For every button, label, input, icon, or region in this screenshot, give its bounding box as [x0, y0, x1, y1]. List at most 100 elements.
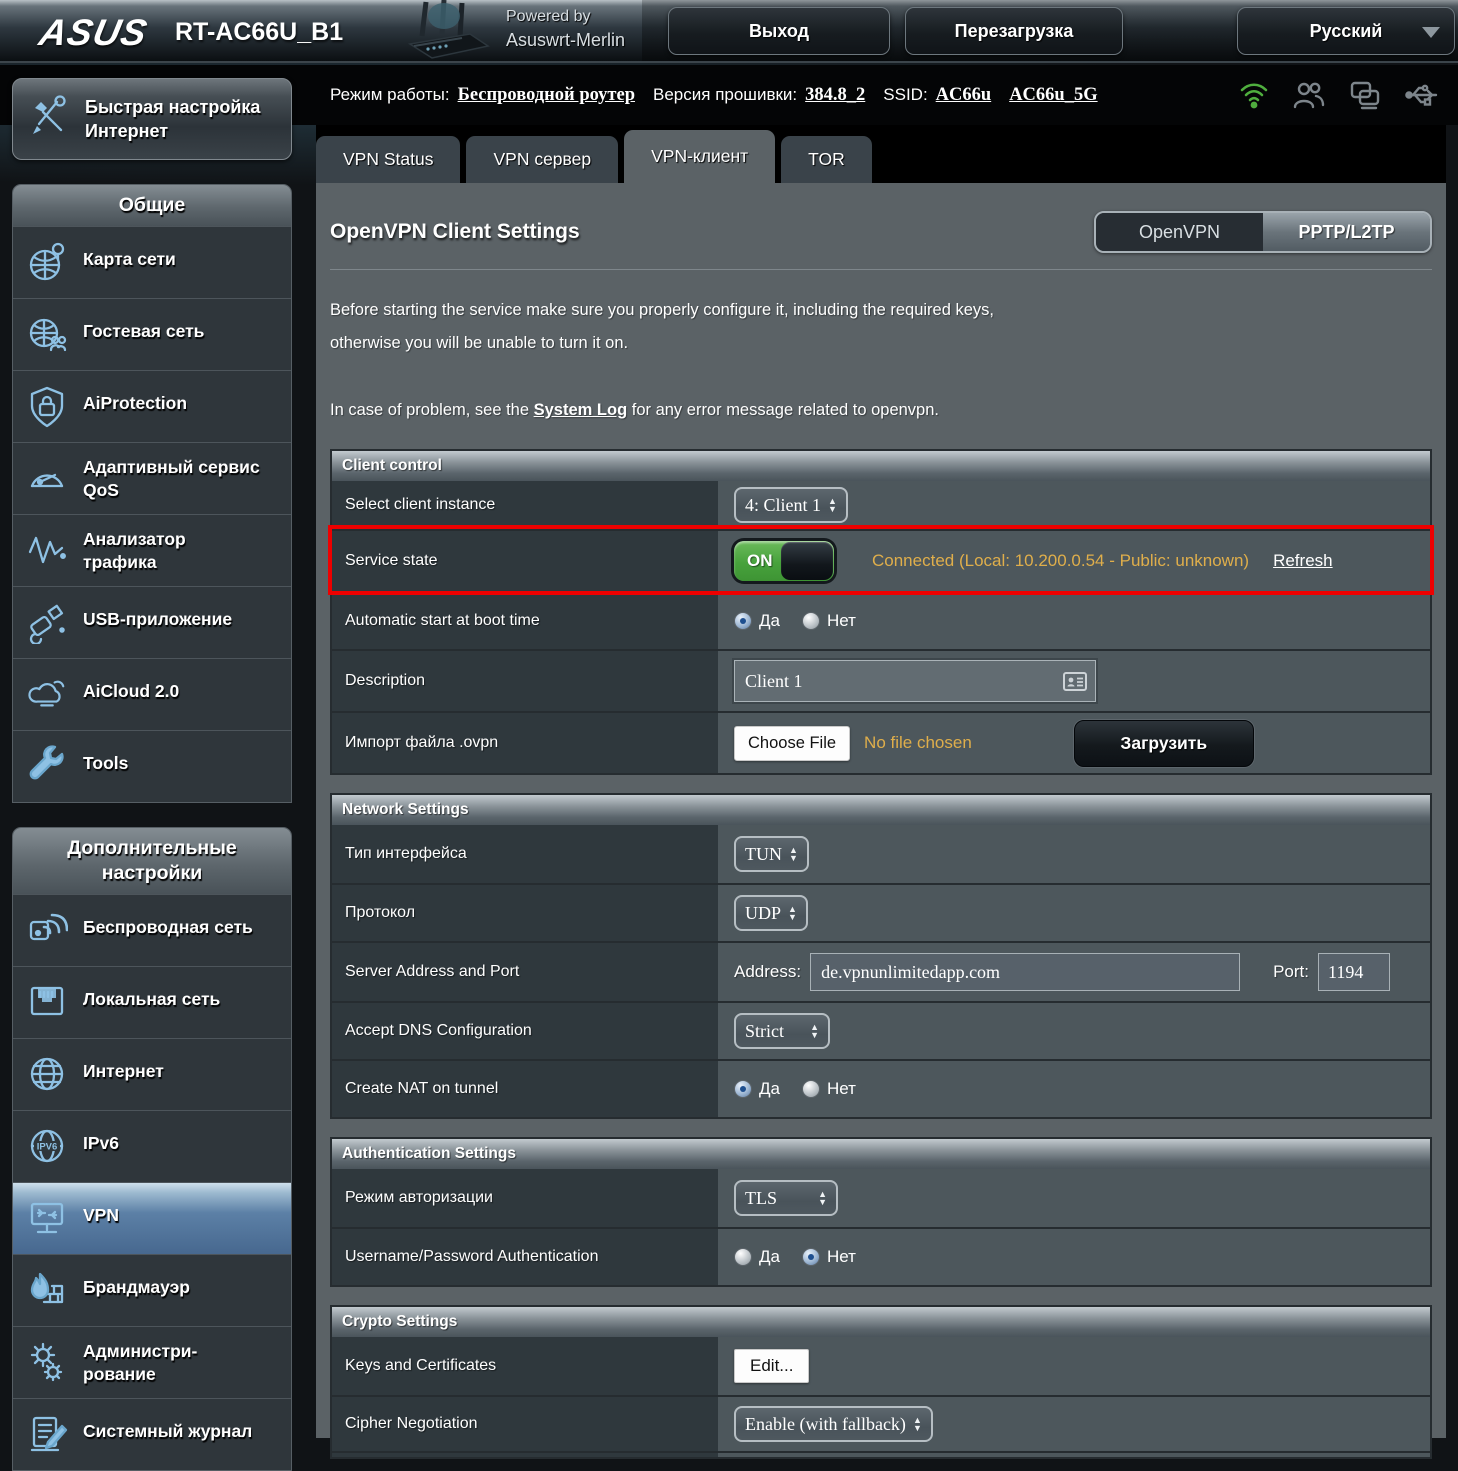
sidebar-item-network-map[interactable]: Карта сети — [13, 226, 291, 298]
quick-setup-button[interactable]: Быстрая настройка Интернет — [12, 78, 292, 160]
create-nat-label: Create NAT on tunnel — [332, 1061, 718, 1117]
globe-icon — [26, 1052, 68, 1096]
userpass-auth-label: Username/Password Authentication — [332, 1229, 718, 1285]
port-input[interactable]: 1194 — [1318, 953, 1390, 991]
sidebar-item-label: Беспроводная сеть — [83, 908, 253, 939]
service-state-toggle[interactable]: ON — [734, 541, 834, 581]
sidebar-item-label: Анализатор трафика — [83, 528, 186, 574]
mode-value-link[interactable]: Беспроводной роутер — [458, 85, 635, 106]
row-server-address: Server Address and Port Address: de.vpnu… — [332, 941, 1430, 1001]
row-userpass-auth: Username/Password Authentication Да Нет — [332, 1227, 1430, 1285]
sidebar-item-ipv6[interactable]: IPV6 IPv6 — [13, 1110, 291, 1182]
interface-type-select[interactable]: TUN ▲▼ — [734, 836, 809, 872]
sidebar-item-label: VPN — [83, 1196, 119, 1227]
refresh-link[interactable]: Refresh — [1273, 551, 1333, 571]
server-address-value: de.vpnunlimitedapp.com — [821, 962, 1000, 983]
auth-mode-select[interactable]: TLS ▲▼ — [734, 1180, 838, 1216]
sidebar-item-label: USB-приложение — [83, 600, 232, 631]
select-arrows-icon: ▲▼ — [788, 905, 797, 921]
status-icons — [1238, 65, 1440, 125]
import-ovpn-label: Импорт файла .ovpn — [332, 713, 718, 773]
system-log-link[interactable]: System Log — [534, 401, 628, 419]
wifi-status-icon[interactable] — [1238, 79, 1270, 111]
sidebar-item-vpn[interactable]: VPN — [13, 1182, 291, 1254]
server-address-input[interactable]: de.vpnunlimitedapp.com — [810, 953, 1240, 991]
logout-button[interactable]: Выход — [668, 7, 890, 55]
sidebar-item-label: Администри- рование — [83, 1340, 197, 1386]
devices-icon[interactable] — [1348, 79, 1382, 111]
client-instance-select[interactable]: 4: Client 1 ▲▼ — [734, 487, 848, 523]
edit-keys-button[interactable]: Edit... — [734, 1349, 809, 1383]
tab-vpn-server[interactable]: VPN сервер — [466, 136, 618, 183]
accept-dns-select[interactable]: Strict ▲▼ — [734, 1013, 830, 1049]
reboot-button[interactable]: Перезагрузка — [905, 7, 1123, 55]
qos-gauge-icon — [26, 456, 68, 496]
sidebar-item-label: Tools — [83, 744, 128, 775]
sidebar-item-guest-network[interactable]: Гостевая сеть — [13, 298, 291, 370]
auto-start-no-radio[interactable] — [802, 612, 820, 630]
create-nat-yes-radio[interactable] — [734, 1080, 752, 1098]
pptp-l2tp-type-button[interactable]: PPTP/L2TP — [1263, 213, 1430, 251]
sidebar-item-wireless[interactable]: Беспроводная сеть — [13, 894, 291, 966]
tab-vpn-client[interactable]: VPN-клиент — [624, 130, 775, 183]
sidebar-item-qos[interactable]: Адаптивный сервис QoS — [13, 442, 291, 514]
row-auto-start: Automatic start at boot time Да Нет — [332, 591, 1430, 649]
interface-type-value: TUN — [745, 844, 782, 865]
vpn-type-switcher: OpenVPN PPTP/L2TP — [1094, 211, 1432, 253]
status-info: Режим работы: Беспроводной роутер Версия… — [330, 65, 1116, 125]
tab-tor[interactable]: TOR — [781, 136, 872, 183]
quick-setup-label: Быстрая настройка Интернет — [85, 95, 260, 144]
mode-label: Режим работы: — [330, 85, 450, 105]
gears-icon — [26, 1340, 68, 1384]
userpass-yes-radio[interactable] — [734, 1248, 752, 1266]
row-service-state: Service state ON Connected (Local: 10.20… — [332, 529, 1430, 591]
general-section: Общие Карта сети Гостевая сеть — [12, 184, 292, 803]
description-value: Client 1 — [745, 671, 803, 692]
sidebar-item-lan[interactable]: Локальная сеть — [13, 966, 291, 1038]
tab-bar: VPN Status VPN сервер VPN-клиент TOR — [316, 125, 1446, 183]
usb-icon[interactable] — [1404, 80, 1440, 110]
network-settings-header: Network Settings — [332, 795, 1430, 825]
keys-certificates-label: Keys and Certificates — [332, 1337, 718, 1395]
upload-button[interactable]: Загрузить — [1074, 720, 1254, 767]
openvpn-type-button[interactable]: OpenVPN — [1096, 213, 1263, 251]
asus-logo: ASUS — [36, 12, 152, 54]
sidebar-item-tools[interactable]: Tools — [13, 730, 291, 802]
description-input[interactable]: Client 1 — [734, 660, 1096, 702]
row-import-ovpn: Импорт файла .ovpn Choose File No file c… — [332, 711, 1430, 773]
language-dropdown[interactable]: Русский — [1237, 7, 1455, 55]
userpass-no-radio[interactable] — [802, 1248, 820, 1266]
tab-vpn-status[interactable]: VPN Status — [316, 136, 460, 183]
protocol-select[interactable]: UDP ▲▼ — [734, 895, 808, 931]
row-auth-mode: Режим авторизации TLS ▲▼ — [332, 1169, 1430, 1227]
cipher-negotiation-select[interactable]: Enable (with fallback) ▲▼ — [734, 1406, 933, 1442]
select-arrows-icon: ▲▼ — [789, 846, 798, 862]
ssid-5g-link[interactable]: AC66u_5G — [1009, 85, 1097, 106]
protocol-value: UDP — [745, 903, 781, 924]
authentication-settings-header: Authentication Settings — [332, 1139, 1430, 1169]
lan-port-icon — [26, 980, 68, 1024]
sidebar-item-usb-application[interactable]: USB-приложение — [13, 586, 291, 658]
service-state-label: Service state — [332, 531, 718, 591]
sidebar-item-aicloud[interactable]: AiCloud 2.0 — [13, 658, 291, 730]
sidebar-item-traffic-analyzer[interactable]: Анализатор трафика — [13, 514, 291, 586]
accept-dns-label: Accept DNS Configuration — [332, 1003, 718, 1059]
row-interface-type: Тип интерфейса TUN ▲▼ — [332, 825, 1430, 883]
router-image — [392, 0, 496, 68]
sidebar-item-aiprotection[interactable]: AiProtection — [13, 370, 291, 442]
firmware-value-link[interactable]: 384.8_2 — [805, 85, 865, 106]
sidebar-item-system-log[interactable]: Системный журнал — [13, 1398, 291, 1470]
sidebar-item-internet[interactable]: Интернет — [13, 1038, 291, 1110]
create-nat-no-radio[interactable] — [802, 1080, 820, 1098]
ssid-24-link[interactable]: AC66u — [936, 85, 992, 106]
problem-text-post: for any error message related to openvpn… — [627, 401, 939, 419]
clients-icon[interactable] — [1292, 79, 1326, 111]
sidebar-item-firewall[interactable]: Брандмауэр — [13, 1254, 291, 1326]
firmware-name: Asuswrt-Merlin — [506, 30, 625, 51]
sidebar-item-label: IPv6 — [83, 1124, 119, 1155]
wireless-icon — [26, 908, 68, 952]
auto-start-yes-radio[interactable] — [734, 612, 752, 630]
choose-file-button[interactable]: Choose File — [734, 726, 850, 761]
sidebar-item-label: Гостевая сеть — [83, 312, 204, 343]
sidebar-item-administration[interactable]: Администри- рование — [13, 1326, 291, 1398]
